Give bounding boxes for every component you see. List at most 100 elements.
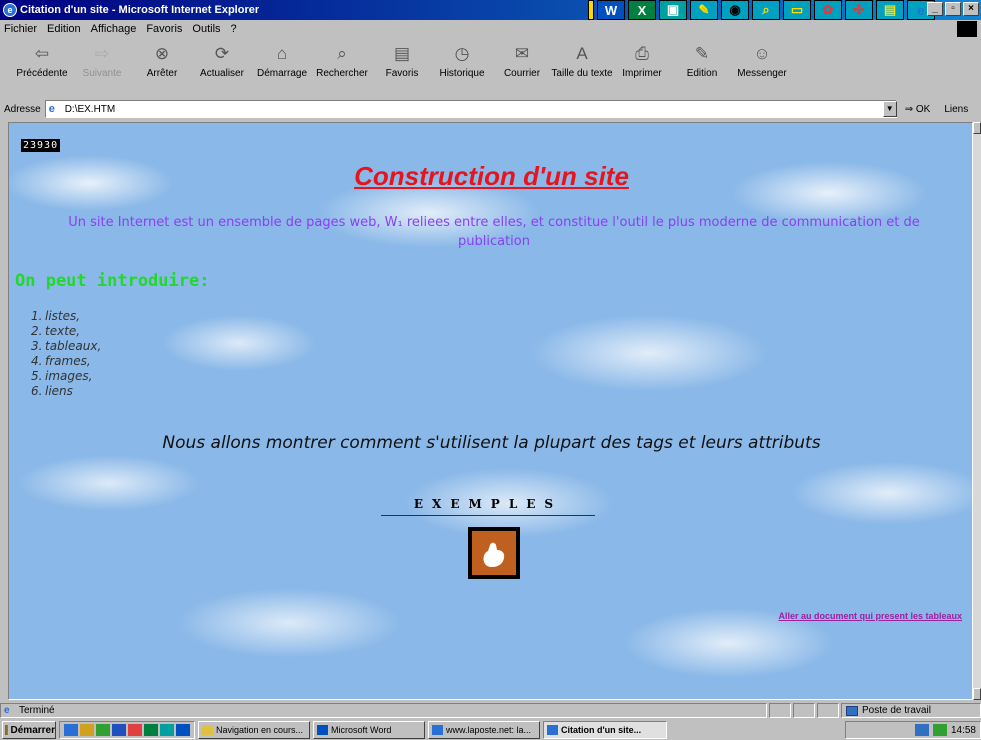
- menu-fichier[interactable]: Fichier: [4, 23, 37, 35]
- clock[interactable]: 14:58: [951, 725, 976, 736]
- toolbar-button-search[interactable]: ⌕ Rechercher: [312, 42, 372, 79]
- page-title: Construction d'un site: [354, 161, 629, 191]
- find-icon[interactable]: ⌕: [752, 0, 780, 20]
- page-icon: e: [4, 705, 10, 716]
- menu-affichage[interactable]: Affichage: [91, 23, 137, 35]
- vertical-scrollbar[interactable]: [973, 122, 981, 700]
- ie-icon: [547, 725, 558, 735]
- office-icon[interactable]: ▤: [876, 0, 904, 20]
- toolbar-button-refresh[interactable]: ⟳ Actualiser: [192, 42, 252, 79]
- list-item: 5. images,: [31, 369, 93, 383]
- task-button[interactable]: Navigation en cours...: [198, 721, 310, 739]
- list-item: 1. listes,: [31, 309, 81, 323]
- task-button[interactable]: Microsoft Word: [313, 721, 425, 739]
- toolbar-button-label: Actualiser: [200, 68, 244, 79]
- zone-text: Poste de travail: [862, 705, 931, 716]
- excel-icon[interactable]: X: [628, 0, 656, 20]
- toolbar-button-mail[interactable]: ✉ Courrier: [492, 42, 552, 79]
- volume-icon[interactable]: [932, 724, 947, 736]
- toolbar-button-label: Messenger: [737, 68, 787, 79]
- history-icon: ◷: [454, 44, 470, 63]
- home-icon: ⌂: [276, 44, 288, 63]
- scroll-up-icon[interactable]: [973, 122, 981, 134]
- ie-icon[interactable]: [64, 724, 78, 736]
- page-icon: e: [48, 102, 55, 115]
- folder-icon[interactable]: ▭: [783, 0, 811, 20]
- address-input[interactable]: e D:\EX.HTM: [44, 100, 897, 118]
- text-size-icon: A: [576, 44, 588, 63]
- toolbar-button-label: Edition: [686, 68, 718, 79]
- quick-launch-tray: [59, 721, 195, 739]
- menu-favoris[interactable]: Favoris: [146, 23, 182, 35]
- close-icon[interactable]: ×: [963, 2, 979, 16]
- toolbar-button-forward-arrow[interactable]: ⇨ Suivante: [72, 42, 132, 79]
- window-title: Citation d'un site - Microsoft Internet …: [20, 4, 260, 16]
- status-cell: [817, 703, 839, 718]
- go-button[interactable]: ⇒ OK: [905, 104, 931, 115]
- toolbar-button-history[interactable]: ◷ Historique: [432, 42, 492, 79]
- ie-icon[interactable]: e: [3, 3, 17, 17]
- word-icon[interactable]: [176, 724, 190, 736]
- shortcut-bar-handle[interactable]: [588, 0, 594, 20]
- word-icon[interactable]: W: [597, 0, 625, 20]
- task-button-active[interactable]: Citation d'un site...: [543, 721, 667, 739]
- toolbar-button-home[interactable]: ⌂ Démarrage: [252, 42, 312, 79]
- start-button[interactable]: Démarrer: [2, 721, 56, 739]
- app-icon[interactable]: [128, 724, 142, 736]
- intro-paragraph: Un site Internet est un ensemble de page…: [68, 215, 920, 249]
- feature-list: 1. listes, 2. texte, 3. tableaux, 4. frames,…: [31, 309, 101, 399]
- desktop-icon[interactable]: [96, 724, 110, 736]
- menu-bar: Fichier Edition Affichage Favoris Outils…: [0, 20, 981, 38]
- toolbar-button-text-size[interactable]: A Taille du texte: [551, 42, 613, 79]
- search-icon: ⌕: [337, 44, 347, 63]
- page-subtitle: Nous allons montrer comment s'utilisent …: [162, 433, 821, 453]
- scroll-down-icon[interactable]: [973, 688, 981, 700]
- forward-arrow-icon: ⇨: [94, 44, 110, 63]
- toolbar-button-label: Rechercher: [316, 68, 368, 79]
- toolbar-button-favorites[interactable]: ▤ Favoris: [372, 42, 432, 79]
- task-button[interactable]: www.laposte.net: la...: [428, 721, 540, 739]
- maximize-icon[interactable]: ▫: [945, 2, 961, 16]
- network-icon[interactable]: ✣: [845, 0, 873, 20]
- list-item: 4. frames,: [31, 354, 91, 368]
- status-bar: e Terminé Poste de travail: [0, 702, 981, 719]
- stop-icon: ⊗: [154, 44, 170, 63]
- go-label: OK: [915, 103, 931, 115]
- menu-outils[interactable]: Outils: [192, 23, 220, 35]
- minimize-icon[interactable]: _: [927, 2, 943, 16]
- toolbar-button-messenger[interactable]: ☺ Messenger: [732, 42, 792, 79]
- media-icon[interactable]: ✿: [814, 0, 842, 20]
- toolbar-button-stop[interactable]: ⊗ Arrêter: [132, 42, 192, 79]
- taskbar: Démarrer Navigation en cours... Microsof…: [0, 720, 981, 740]
- tables-document-link[interactable]: Aller au document qui present les tablea…: [778, 611, 962, 621]
- powerpoint-icon[interactable]: ▣: [659, 0, 687, 20]
- toolbar-button-back-arrow[interactable]: ⇦ Précédente: [12, 42, 72, 79]
- powerpoint-icon[interactable]: [160, 724, 174, 736]
- menu-help[interactable]: ?: [231, 23, 237, 35]
- word-icon: [317, 725, 328, 735]
- toolbar-button-label: Arrêter: [146, 68, 178, 79]
- excel-icon[interactable]: [144, 724, 158, 736]
- visit-counter: 23930: [21, 139, 61, 152]
- browser-icon[interactable]: ◉: [721, 0, 749, 20]
- window-title-bar[interactable]: e Citation d'un site - Microsoft Interne…: [0, 0, 981, 20]
- toolbar-button-print[interactable]: ⎙ Imprimer: [612, 42, 672, 79]
- windows-logo-icon: [957, 21, 977, 37]
- menu-edition[interactable]: Edition: [47, 23, 81, 35]
- list-item: 6. liens: [31, 384, 73, 398]
- hand-icon: [472, 531, 516, 575]
- print-icon: ⎙: [635, 44, 649, 63]
- channels-icon[interactable]: [112, 724, 126, 736]
- network-icon[interactable]: [914, 724, 929, 736]
- standard-toolbar: ⇦ Précédente ⇨ Suivante ⊗ Arrêter ⟳ Actualiser ⌂…: [0, 38, 981, 94]
- address-bar: Adresse e D:\EX.HTM ▼ ⇒ OK Liens: [0, 98, 981, 120]
- tools-icon[interactable]: ✎: [690, 0, 718, 20]
- office-shortcut-bar: W X ▣ ✎ ◉ ⌕ ▭ ✿ ✣ ▤ e: [588, 0, 935, 20]
- address-dropdown-icon[interactable]: ▼: [882, 101, 897, 117]
- examples-button[interactable]: [468, 527, 520, 579]
- toolbar-button-label: Favoris: [385, 68, 419, 79]
- toolbar-button-label: Taille du texte: [551, 68, 613, 79]
- links-button[interactable]: Liens: [944, 104, 968, 115]
- outlook-icon[interactable]: [80, 724, 94, 736]
- toolbar-button-edit[interactable]: ✎ Edition: [672, 42, 732, 79]
